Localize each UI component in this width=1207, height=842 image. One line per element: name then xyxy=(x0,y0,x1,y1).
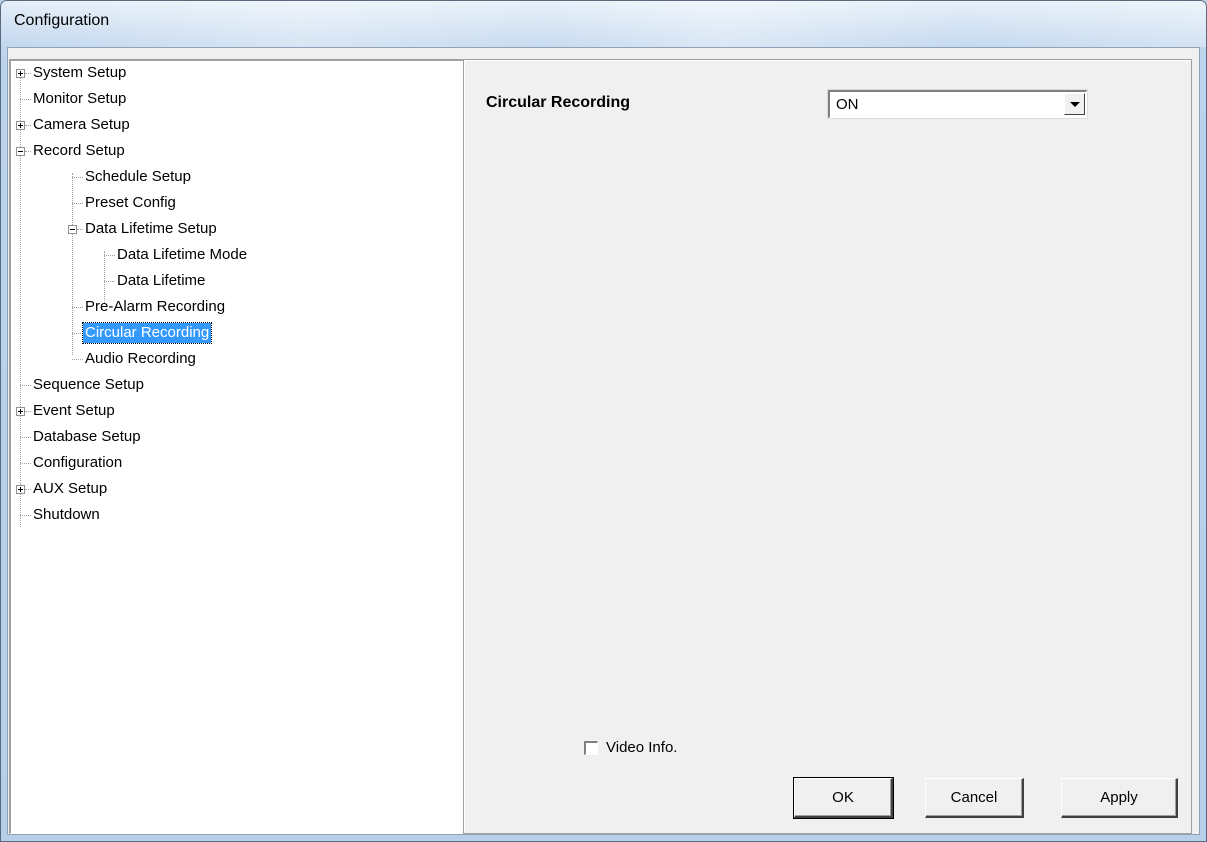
configuration-window: Configuration System Setup Monitor Setup… xyxy=(0,0,1207,842)
tree-line xyxy=(72,203,83,204)
expand-icon[interactable] xyxy=(16,121,25,130)
expand-icon[interactable] xyxy=(16,407,25,416)
tree-item-record-setup[interactable]: Record Setup xyxy=(31,140,127,162)
tree-line xyxy=(20,437,31,438)
ok-button[interactable]: OK xyxy=(793,777,894,819)
tree-line xyxy=(72,177,83,178)
cancel-button[interactable]: Cancel xyxy=(925,778,1024,818)
tree-item-system-setup[interactable]: System Setup xyxy=(31,62,128,84)
tree-item-label: Pre-Alarm Recording xyxy=(85,298,226,315)
expand-icon[interactable] xyxy=(16,485,25,494)
video-info-label: Video Info. xyxy=(606,739,678,756)
tree-item-label: Event Setup xyxy=(33,402,115,419)
circular-recording-label: Circular Recording xyxy=(486,94,631,111)
tree-item-label: Schedule Setup xyxy=(85,168,191,185)
dialog-client-area: System Setup Monitor Setup Camera Setup … xyxy=(7,47,1200,835)
window-title: Configuration xyxy=(14,12,110,29)
tree-item-circular-recording[interactable]: Circular Recording xyxy=(81,322,213,344)
tree-line xyxy=(20,73,21,527)
tree-line xyxy=(104,281,115,282)
video-info-checkbox[interactable] xyxy=(584,741,598,755)
tree-item-schedule-setup[interactable]: Schedule Setup xyxy=(83,166,193,188)
expand-icon[interactable] xyxy=(16,69,25,78)
tree-line xyxy=(72,173,73,355)
tree-item-label: Configuration xyxy=(33,454,123,471)
tree-item-label: Record Setup xyxy=(33,142,125,159)
tree-line xyxy=(72,333,83,334)
tree-item-label: Camera Setup xyxy=(33,116,130,133)
tree-line xyxy=(104,255,115,256)
tree-item-camera-setup[interactable]: Camera Setup xyxy=(31,114,132,136)
tree-item-label: Data Lifetime xyxy=(117,272,206,289)
tree-item-label: Sequence Setup xyxy=(33,376,144,393)
chevron-down-icon xyxy=(1070,102,1080,107)
tree-line xyxy=(20,463,31,464)
tree-line xyxy=(20,515,31,516)
tree-item-monitor-setup[interactable]: Monitor Setup xyxy=(31,88,128,110)
tree-item-audio-recording[interactable]: Audio Recording xyxy=(83,348,198,370)
tree-item-data-lifetime[interactable]: Data Lifetime xyxy=(115,270,207,292)
tree-item-label: Shutdown xyxy=(33,506,100,523)
tree-item-label: System Setup xyxy=(33,64,127,81)
tree-item-data-lifetime-setup[interactable]: Data Lifetime Setup xyxy=(83,218,219,240)
tree-item-label-selected: Circular Recording xyxy=(81,322,213,344)
tree-item-shutdown[interactable]: Shutdown xyxy=(31,504,102,526)
tree-item-data-lifetime-mode[interactable]: Data Lifetime Mode xyxy=(115,244,249,266)
tree-item-label: Data Lifetime Mode xyxy=(117,246,248,263)
tree-item-label: Data Lifetime Setup xyxy=(85,220,217,237)
dropdown-button[interactable] xyxy=(1064,93,1085,115)
tree-item-preset-config[interactable]: Preset Config xyxy=(83,192,178,214)
tree-item-aux-setup[interactable]: AUX Setup xyxy=(31,478,109,500)
tree-item-database-setup[interactable]: Database Setup xyxy=(31,426,143,448)
circular-recording-dropdown[interactable]: ON xyxy=(828,90,1087,118)
settings-panel: Circular Recording ON Video Info. OK Can… xyxy=(463,59,1192,834)
title-bar[interactable]: Configuration xyxy=(1,1,1206,47)
tree-line xyxy=(72,307,83,308)
dropdown-value: ON xyxy=(836,96,859,113)
tree-line xyxy=(20,99,31,100)
tree-item-label: Monitor Setup xyxy=(33,90,127,107)
tree-item-event-setup[interactable]: Event Setup xyxy=(31,400,117,422)
tree-item-pre-alarm-recording[interactable]: Pre-Alarm Recording xyxy=(83,296,227,318)
tree-item-sequence-setup[interactable]: Sequence Setup xyxy=(31,374,146,396)
apply-button[interactable]: Apply xyxy=(1061,778,1178,818)
tree-line xyxy=(72,359,83,360)
tree-line xyxy=(20,385,31,386)
tree-item-configuration[interactable]: Configuration xyxy=(31,452,124,474)
tree-item-label: Preset Config xyxy=(85,194,176,211)
tree-item-label: Database Setup xyxy=(33,428,141,445)
tree-item-label: Audio Recording xyxy=(85,350,196,367)
tree-item-label: AUX Setup xyxy=(33,480,108,497)
collapse-icon[interactable] xyxy=(68,225,77,234)
collapse-icon[interactable] xyxy=(16,147,25,156)
settings-tree: System Setup Monitor Setup Camera Setup … xyxy=(9,59,465,834)
